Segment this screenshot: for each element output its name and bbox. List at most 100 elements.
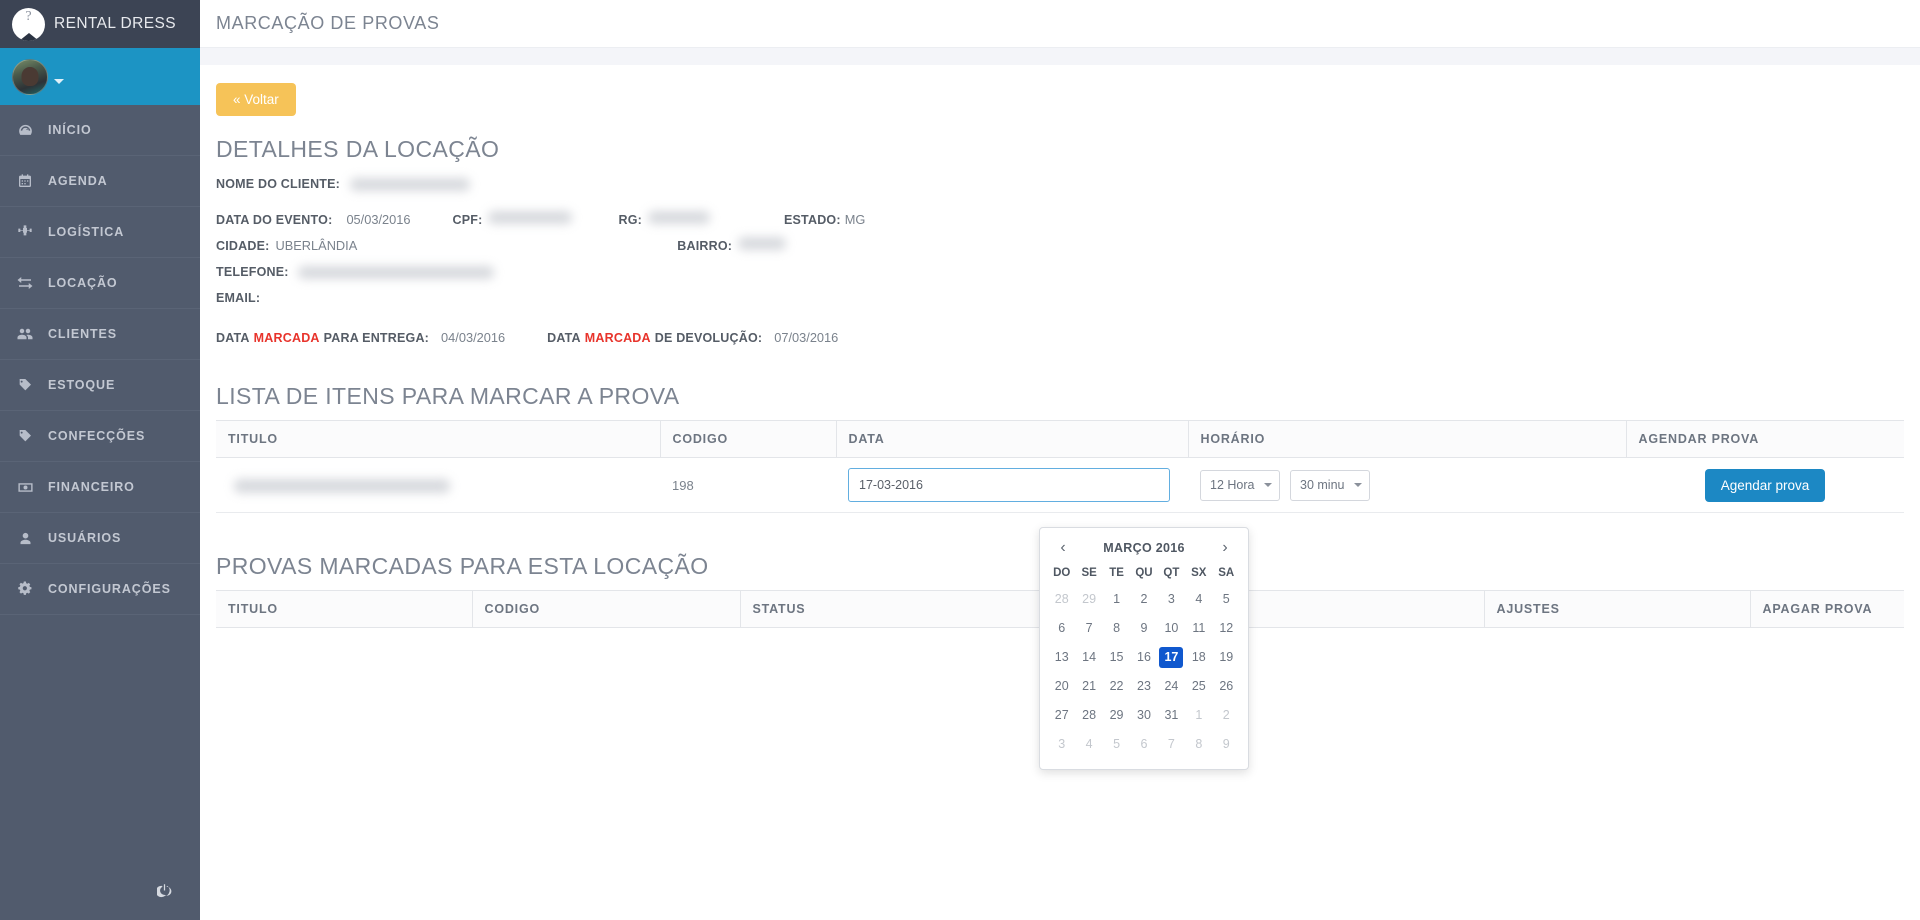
- return-marked: MARCADA: [584, 331, 651, 345]
- datepicker-day[interactable]: 20: [1048, 672, 1075, 701]
- detail-phone: TELEFONE:: [216, 261, 1920, 283]
- cell-data: [836, 457, 1188, 513]
- datepicker-day[interactable]: 29: [1103, 701, 1130, 730]
- datepicker-day-label: 16: [1137, 650, 1151, 664]
- return-date: 07/03/2016: [774, 330, 839, 345]
- col-codigo: CODIGO: [660, 420, 837, 458]
- datepicker-day[interactable]: 3: [1048, 730, 1075, 759]
- datepicker-day-label: 29: [1109, 708, 1124, 722]
- exchange-icon: [16, 274, 34, 292]
- datepicker-day[interactable]: 28: [1048, 585, 1075, 614]
- col-b-codigo: CODIGO: [472, 590, 741, 628]
- datepicker-day-label: 19: [1219, 650, 1234, 664]
- datepicker-day[interactable]: 8: [1185, 730, 1212, 759]
- datepicker-day-label: 7: [1167, 737, 1175, 751]
- datepicker-day[interactable]: 11: [1185, 614, 1212, 643]
- datepicker-day[interactable]: 29: [1075, 585, 1102, 614]
- brand-name: RENTAL DRESS: [54, 15, 176, 32]
- datepicker-day[interactable]: 13: [1048, 643, 1075, 672]
- datepicker-day[interactable]: 4: [1075, 730, 1102, 759]
- datepicker-day[interactable]: 26: [1213, 672, 1240, 701]
- datepicker-day[interactable]: 30: [1130, 701, 1157, 730]
- datepicker-popup[interactable]: ‹ MARÇO 2016 › DO SE TE QU QT SX SA 28 2…: [1039, 527, 1249, 770]
- datepicker-day-label: 6: [1058, 621, 1066, 635]
- datepicker-day[interactable]: 16: [1130, 643, 1157, 672]
- money-icon: [16, 478, 34, 496]
- weekday: QU: [1135, 567, 1153, 579]
- datepicker-day[interactable]: 14: [1075, 643, 1102, 672]
- datepicker-week-row: 3 4 5 6 7 8 9: [1048, 730, 1240, 759]
- datepicker-day[interactable]: 2: [1130, 585, 1157, 614]
- chevron-down-icon[interactable]: [54, 79, 64, 84]
- back-button[interactable]: « Voltar: [216, 83, 296, 116]
- datepicker-day[interactable]: 28: [1075, 701, 1102, 730]
- delivery-marked: MARCADA: [253, 331, 320, 345]
- sidebar-item-clientes[interactable]: CLIENTES: [0, 309, 200, 360]
- sidebar-item-label: CLIENTES: [48, 327, 118, 341]
- cell-horario: 12 Hora 30 minu: [1188, 457, 1626, 513]
- datepicker-day[interactable]: 6: [1048, 614, 1075, 643]
- table-row: 198 12 Hora: [216, 457, 1904, 513]
- weekday: TE: [1109, 567, 1124, 579]
- sidebar-item-estoque[interactable]: ESTOQUE: [0, 360, 200, 411]
- datepicker-day[interactable]: 21: [1075, 672, 1102, 701]
- datepicker-day[interactable]: 2: [1213, 701, 1240, 730]
- datepicker-day[interactable]: 22: [1103, 672, 1130, 701]
- datepicker-day-label: 15: [1109, 650, 1124, 664]
- event-date-label: DATA DO EVENTO:: [216, 213, 333, 227]
- datepicker-day[interactable]: 23: [1130, 672, 1157, 701]
- brand[interactable]: RENTAL DRESS: [0, 0, 200, 48]
- datepicker-day[interactable]: 24: [1158, 672, 1185, 701]
- minute-select[interactable]: 30 minu: [1290, 469, 1370, 501]
- datepicker-day[interactable]: 9: [1130, 614, 1157, 643]
- datepicker-day[interactable]: 4: [1185, 585, 1212, 614]
- datepicker-day-label: 8: [1113, 621, 1121, 635]
- datepicker-day-label: 21: [1082, 679, 1097, 693]
- datepicker-day[interactable]: 6: [1130, 730, 1157, 759]
- chevron-left-icon[interactable]: ‹: [1054, 540, 1072, 556]
- hour-select[interactable]: 12 Hora: [1200, 469, 1280, 501]
- phone-label: TELEFONE:: [216, 265, 289, 279]
- sidebar-item-agenda[interactable]: AGENDA: [0, 156, 200, 207]
- datepicker-day[interactable]: 9: [1213, 730, 1240, 759]
- datepicker-day[interactable]: 17: [1158, 643, 1185, 672]
- sidebar-item-configuracoes[interactable]: CONFIGURAÇÕES: [0, 564, 200, 615]
- weekday: SX: [1191, 567, 1207, 579]
- datepicker-day-label: 9: [1140, 621, 1148, 635]
- datepicker-day[interactable]: 5: [1103, 730, 1130, 759]
- datepicker-day-label: 5: [1222, 592, 1230, 606]
- datepicker-day[interactable]: 5: [1213, 585, 1240, 614]
- power-icon[interactable]: [157, 883, 172, 898]
- date-input[interactable]: [848, 468, 1170, 502]
- phone-value-redacted: [298, 266, 495, 280]
- sidebar-item-label: LOGÍSTICA: [48, 225, 125, 239]
- datepicker-day-label: 30: [1137, 708, 1151, 722]
- datepicker-day[interactable]: 1: [1185, 701, 1212, 730]
- datepicker-day[interactable]: 10: [1158, 614, 1185, 643]
- schedule-fitting-button[interactable]: Agendar prova: [1704, 468, 1826, 502]
- sidebar-item-usuarios[interactable]: USUÁRIOS: [0, 513, 200, 564]
- sidebar-item-locacao[interactable]: LOCAÇÃO: [0, 258, 200, 309]
- user-menu[interactable]: [0, 48, 200, 105]
- content: « Voltar DETALHES DA LOCAÇÃO NOME DO CLI…: [200, 65, 1920, 920]
- sidebar-item-logistica[interactable]: LOGÍSTICA: [0, 207, 200, 258]
- hanger-logo-icon: [12, 7, 45, 41]
- datepicker-day[interactable]: 25: [1185, 672, 1212, 701]
- datepicker-day[interactable]: 12: [1213, 614, 1240, 643]
- datepicker-day[interactable]: 31: [1158, 701, 1185, 730]
- datepicker-day[interactable]: 7: [1158, 730, 1185, 759]
- datepicker-grid: DO SE TE QU QT SX SA 28 29 1 2 3 4 5 6 7 8 9 10 11 12…: [1048, 564, 1240, 759]
- sidebar-item-inicio[interactable]: INÍCIO: [0, 105, 200, 156]
- datepicker-day[interactable]: 27: [1048, 701, 1075, 730]
- datepicker-day[interactable]: 3: [1158, 585, 1185, 614]
- datepicker-day[interactable]: 1: [1103, 585, 1130, 614]
- datepicker-day[interactable]: 18: [1185, 643, 1212, 672]
- datepicker-day[interactable]: 7: [1075, 614, 1102, 643]
- datepicker-day[interactable]: 19: [1213, 643, 1240, 672]
- chevron-right-icon[interactable]: ›: [1216, 540, 1234, 556]
- sidebar-item-confeccoes[interactable]: CONFECÇÕES: [0, 411, 200, 462]
- sidebar-item-financeiro[interactable]: FINANCEIRO: [0, 462, 200, 513]
- datepicker-day[interactable]: 15: [1103, 643, 1130, 672]
- datepicker-day[interactable]: 8: [1103, 614, 1130, 643]
- cpf-value-redacted: [488, 211, 573, 224]
